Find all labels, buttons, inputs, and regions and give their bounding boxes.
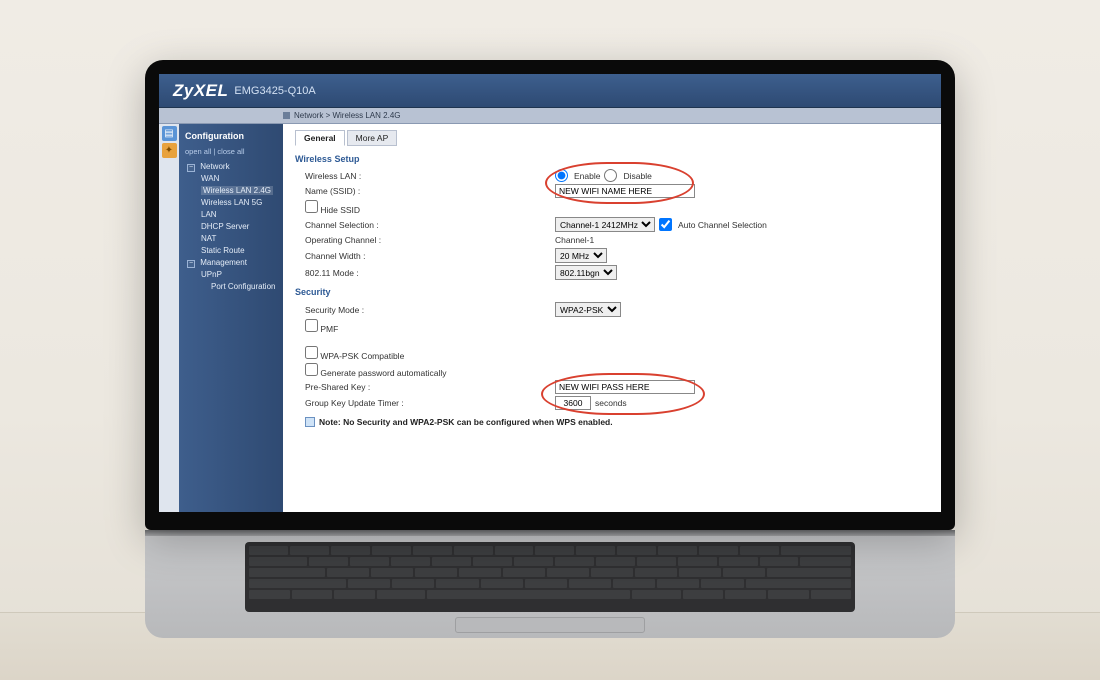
page-header: ZyXEL EMG3425-Q10A xyxy=(159,74,941,108)
checkbox-wpa-compat[interactable] xyxy=(305,346,318,359)
label-psk: Pre-Shared Key : xyxy=(305,382,555,392)
tab-more-ap[interactable]: More AP xyxy=(347,130,398,146)
input-psk[interactable] xyxy=(555,380,695,394)
label-80211-mode: 802.11 Mode : xyxy=(305,268,555,278)
sidebar-item-upnp[interactable]: UPnP xyxy=(185,269,279,281)
open-all-link[interactable]: open all xyxy=(185,147,211,156)
brand-logo: ZyXEL xyxy=(173,81,228,101)
radio-wlan-enable[interactable] xyxy=(555,169,568,182)
breadcrumb-prefix: Network xyxy=(294,111,323,120)
icon-rail: ▤ ✦ xyxy=(159,124,179,512)
sidebar-title: Configuration xyxy=(185,130,279,144)
select-channel[interactable]: Channel-1 2412MHz xyxy=(555,217,655,232)
tab-bar: General More AP xyxy=(295,130,931,146)
tab-general[interactable]: General xyxy=(295,130,345,146)
collapse-icon[interactable]: − xyxy=(187,260,195,268)
select-80211-mode[interactable]: 802.11bgn xyxy=(555,265,617,280)
sidebar-item-wan[interactable]: WAN xyxy=(185,173,279,185)
label-op-channel: Operating Channel : xyxy=(305,235,555,245)
wps-note: Note: No Security and WPA2-PSK can be co… xyxy=(293,417,931,427)
input-group-key-timer[interactable] xyxy=(555,396,591,410)
sidebar-item-nat[interactable]: NAT xyxy=(185,233,279,245)
sidebar-item-wlan24[interactable]: Wireless LAN 2.4G xyxy=(185,185,279,197)
laptop-keyboard-deck xyxy=(145,530,955,638)
laptop: ZyXEL EMG3425-Q10A Network > Wireless LA… xyxy=(145,60,955,635)
laptop-keyboard xyxy=(245,542,855,612)
breadcrumb-current: Wireless LAN 2.4G xyxy=(332,111,400,120)
router-admin-screen: ZyXEL EMG3425-Q10A Network > Wireless LA… xyxy=(159,74,941,512)
label-ssid: Name (SSID) : xyxy=(305,186,555,196)
sidebar-item-static-route[interactable]: Static Route xyxy=(185,245,279,257)
label-channel-selection: Channel Selection : xyxy=(305,220,555,230)
model-label: EMG3425-Q10A xyxy=(234,85,315,97)
select-channel-width[interactable]: 20 MHz xyxy=(555,248,607,263)
label-security-mode: Security Mode : xyxy=(305,305,555,315)
rail-icon-2[interactable]: ✦ xyxy=(162,143,177,158)
checkbox-pmf[interactable] xyxy=(305,319,318,332)
sidebar-item-lan[interactable]: LAN xyxy=(185,209,279,221)
note-icon xyxy=(305,417,315,427)
label-group-key-timer: Group Key Update Timer : xyxy=(305,398,555,408)
sidebar-node-management[interactable]: − Management xyxy=(185,257,279,269)
label-wlan: Wireless LAN : xyxy=(305,171,555,181)
close-all-link[interactable]: close all xyxy=(217,147,244,156)
checkbox-hide-ssid[interactable] xyxy=(305,200,318,213)
main-panel: General More AP Wireless Setup Wireless … xyxy=(283,124,941,512)
laptop-bezel: ZyXEL EMG3425-Q10A Network > Wireless LA… xyxy=(145,60,955,530)
rail-icon-1[interactable]: ▤ xyxy=(162,126,177,141)
radio-wlan-disable[interactable] xyxy=(604,169,617,182)
laptop-trackpad xyxy=(455,617,645,633)
checkbox-auto-channel[interactable] xyxy=(659,218,672,231)
sidebar-item-port-config[interactable]: Port Configuration xyxy=(185,281,279,293)
sidebar-item-wlan5[interactable]: Wireless LAN 5G xyxy=(185,197,279,209)
input-ssid[interactable] xyxy=(555,184,695,198)
collapse-icon[interactable]: − xyxy=(187,164,195,172)
sidebar-node-network[interactable]: − Network xyxy=(185,161,279,173)
label-channel-width: Channel Width : xyxy=(305,251,555,261)
section-wireless-setup: Wireless Setup xyxy=(295,154,931,164)
value-op-channel: Channel-1 xyxy=(555,235,594,245)
select-security-mode[interactable]: WPA2-PSK xyxy=(555,302,621,317)
section-security: Security xyxy=(295,287,931,297)
checkbox-gen-auto[interactable] xyxy=(305,363,318,376)
sidebar: Configuration open all | close all − Net… xyxy=(179,124,283,512)
breadcrumb: Network > Wireless LAN 2.4G xyxy=(159,108,941,124)
sidebar-item-dhcp[interactable]: DHCP Server xyxy=(185,221,279,233)
breadcrumb-icon xyxy=(283,112,290,119)
